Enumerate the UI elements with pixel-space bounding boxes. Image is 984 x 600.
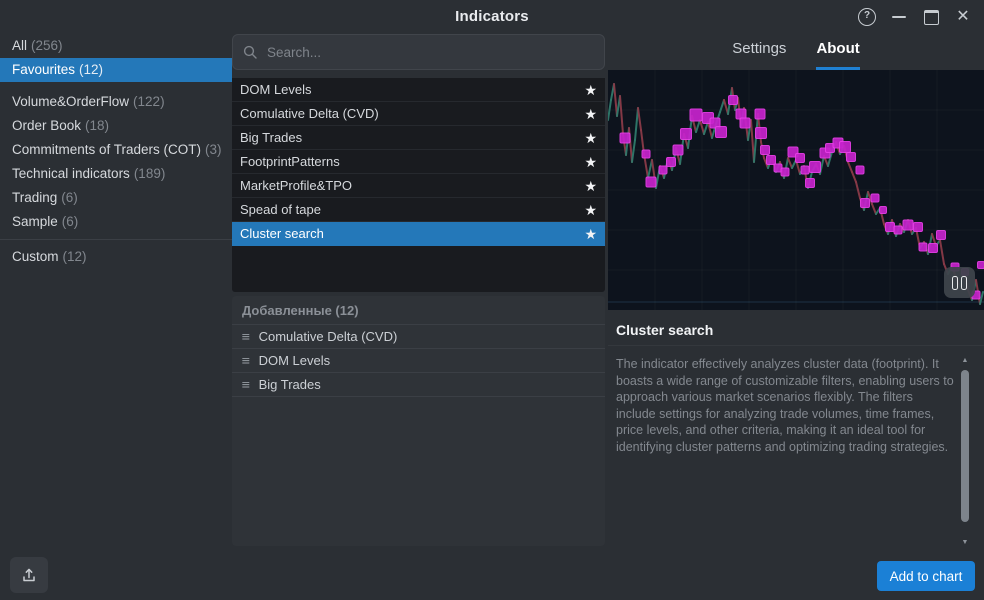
window-title: Indicators [0,8,984,25]
sidebar-divider [0,239,232,240]
sidebar-item-trading[interactable]: Trading(6) [0,186,232,210]
sidebar-item-volume-orderflow[interactable]: Volume&OrderFlow(122) [0,90,232,114]
favourite-star-icon[interactable]: ★ [584,203,597,217]
drag-handle-icon[interactable]: ≡ [242,330,250,343]
favourite-star-icon[interactable]: ★ [584,107,597,121]
sidebar-item-technical-indicators[interactable]: Technical indicators(189) [0,162,232,186]
search-input[interactable] [265,44,594,61]
sidebar-item-custom[interactable]: Custom(12) [0,245,232,269]
sidebar-item-order-book[interactable]: Order Book(18) [0,114,232,138]
scrollbar-thumb[interactable] [961,370,969,522]
pause-badge-button[interactable] [944,267,975,298]
sidebar-item-cot[interactable]: Commitments of Traders (COT)(3) [0,138,232,162]
maximize-icon [924,10,939,25]
drag-handle-icon[interactable]: ≡ [242,378,250,391]
added-row-big-trades[interactable]: ≡ Big Trades [232,373,605,397]
indicator-list: DOM Levels ★ Comulative Delta (CVD) ★ Bi… [232,78,605,292]
window-controls: ? ✕ [854,5,976,29]
tab-settings[interactable]: Settings [732,40,786,70]
search-icon [243,45,257,59]
add-to-chart-button[interactable]: Add to chart [877,561,975,591]
help-icon: ? [858,8,876,26]
scroll-up-icon[interactable]: ▲ [960,356,970,366]
chart-preview-svg [608,70,984,310]
import-export-button[interactable] [10,557,48,593]
search-box [232,34,605,70]
indicator-row-footprint-patterns[interactable]: FootprintPatterns ★ [232,150,605,174]
indicator-row-market-profile[interactable]: MarketProfile&TPO ★ [232,174,605,198]
indicator-preview-chart [608,70,984,310]
added-row-cumulative-delta[interactable]: ≡ Comulative Delta (CVD) [232,325,605,349]
scroll-down-icon[interactable]: ▼ [960,538,970,548]
title-bar: Indicators ? ✕ [0,0,984,32]
tab-about[interactable]: About [816,40,859,70]
favourite-star-icon[interactable]: ★ [584,155,597,169]
favourite-star-icon[interactable]: ★ [584,83,597,97]
indicators-dialog: Indicators ? ✕ All(256) Favourites(12) V… [0,0,984,600]
detail-tabs: Settings About [608,40,984,70]
sidebar-item-sample[interactable]: Sample(6) [0,210,232,234]
close-button[interactable]: ✕ [950,5,976,29]
pause-icon [952,276,958,290]
help-button[interactable]: ? [854,5,880,29]
sidebar-item-all[interactable]: All(256) [0,34,232,58]
maximize-button[interactable] [918,5,944,29]
favourite-star-icon[interactable]: ★ [584,227,597,241]
indicator-row-big-trades[interactable]: Big Trades ★ [232,126,605,150]
indicator-row-cumulative-delta[interactable]: Comulative Delta (CVD) ★ [232,102,605,126]
description-scrollbar[interactable]: ▲ ▼ [960,356,970,548]
indicator-row-speed-of-tape[interactable]: Spead of tape ★ [232,198,605,222]
minimize-icon [892,16,906,18]
added-row-dom-levels[interactable]: ≡ DOM Levels [232,349,605,373]
indicator-row-cluster-search[interactable]: Cluster search ★ [232,222,605,246]
category-sidebar: All(256) Favourites(12) Volume&OrderFlow… [0,34,232,269]
favourite-star-icon[interactable]: ★ [584,131,597,145]
upload-icon [21,567,37,583]
drag-handle-icon[interactable]: ≡ [242,354,250,367]
indicator-row-dom-levels[interactable]: DOM Levels ★ [232,78,605,102]
close-icon: ✕ [956,9,969,25]
favourite-star-icon[interactable]: ★ [584,179,597,193]
indicator-title: Cluster search [616,322,956,338]
minimize-button[interactable] [886,5,912,29]
added-panel-header: Добавленные (12) [232,296,605,325]
title-divider [608,345,984,346]
added-indicators-panel: Добавленные (12) ≡ Comulative Delta (CVD… [232,296,605,546]
indicator-description: The indicator effectively analyzes clust… [616,356,954,455]
sidebar-item-favourites[interactable]: Favourites(12) [0,58,232,82]
